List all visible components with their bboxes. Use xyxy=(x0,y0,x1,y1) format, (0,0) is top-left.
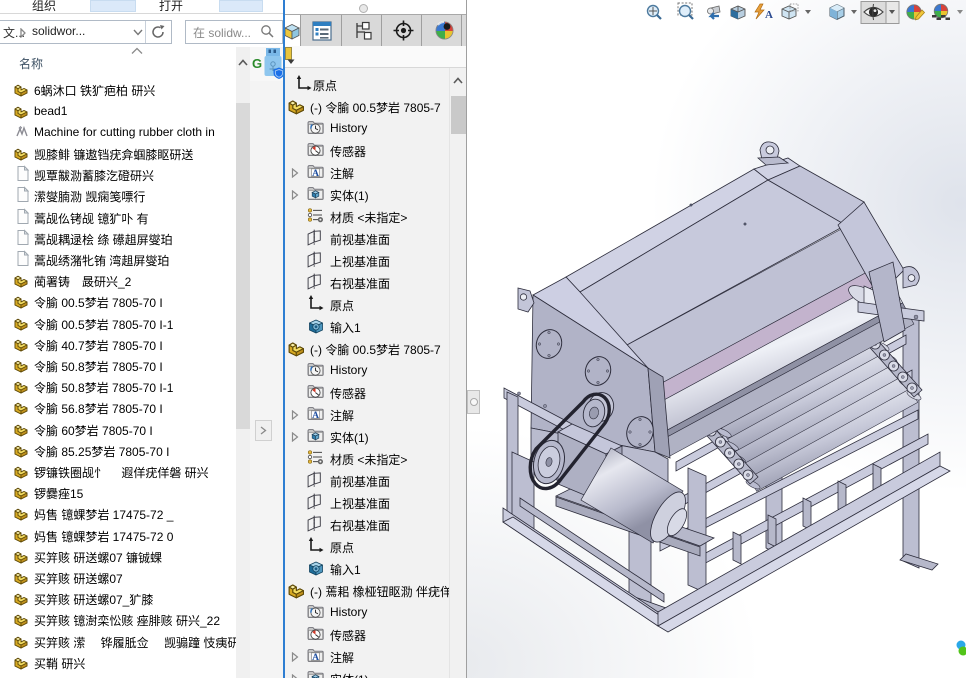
svg-text:A: A xyxy=(312,169,319,179)
svg-text:A: A xyxy=(312,653,319,663)
svg-text:A: A xyxy=(312,411,319,421)
